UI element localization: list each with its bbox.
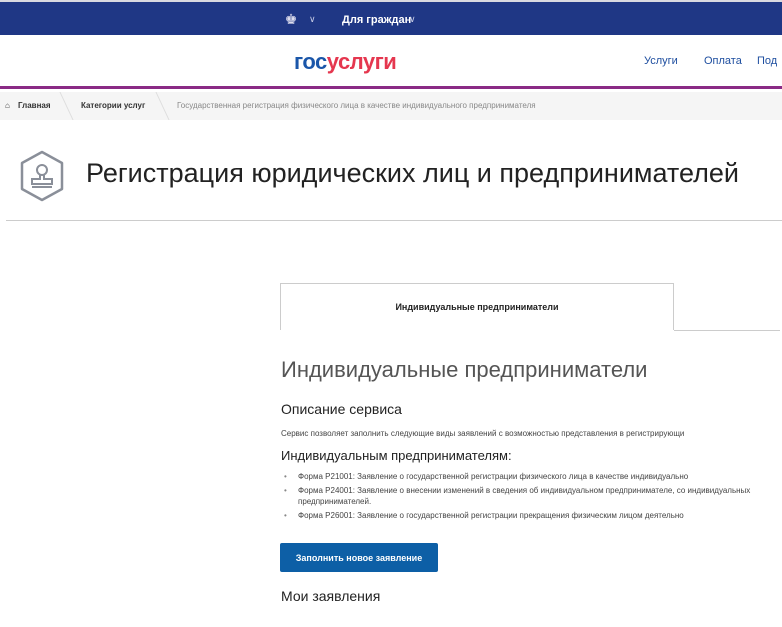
gosuslugi-logo[interactable]: госуслуги [294,49,397,75]
my-applications-heading: Мои заявления [281,588,381,604]
description-text: Сервис позволяет заполнить следующие вид… [281,429,685,438]
new-application-button[interactable]: Заполнить новое заявление [280,543,438,572]
nav-payment[interactable]: Оплата [704,55,742,67]
subheading: Индивидуальным предпринимателям: [281,448,512,463]
description-title: Описание сервиса [281,401,402,417]
divider [674,330,780,331]
logo-part: услуги [326,49,397,74]
divider [155,92,170,120]
audience-selector[interactable]: Для граждан [342,14,411,26]
breadcrumb: ⌂ Главная Категории услуг Государственна… [0,92,782,120]
page-title: Регистрация юридических лиц и предприним… [86,158,739,188]
list-item-text: Форма Р24001: Заявление о внесении измен… [298,485,686,495]
header: госуслуги Услуги Оплата Под [0,35,782,89]
divider [59,92,74,120]
section-heading: Индивидуальные предприниматели [281,357,648,382]
divider [6,220,782,221]
logo-part: гос [294,49,327,74]
tab-individual-entrepreneurs[interactable]: Индивидуальные предприниматели [280,283,674,330]
nav-services[interactable]: Услуги [644,55,678,67]
chevron-down-icon[interactable]: ∨ [309,14,316,25]
nav-support[interactable]: Под [757,55,777,67]
list-item: Форма Р21001: Заявление о государственно… [284,471,779,483]
chevron-down-icon[interactable]: ∨ [409,14,416,25]
coat-of-arms-icon[interactable]: ♚ [283,10,299,28]
top-bar: ♚ ∨ Для граждан ∨ [0,0,782,35]
breadcrumb-categories[interactable]: Категории услуг [81,101,145,110]
forms-list: Форма Р21001: Заявление о государственно… [284,471,779,521]
list-item: Форма Р24001: Заявление о внесении измен… [284,485,779,508]
home-icon[interactable]: ⌂ [5,101,10,110]
breadcrumb-home[interactable]: Главная [18,101,51,110]
stamp-icon [20,150,64,202]
breadcrumb-current: Государственная регистрация физического … [177,101,536,110]
service-content: Индивидуальные предприниматели Описание … [280,357,779,604]
list-item: Форма Р26001: Заявление о государственно… [284,510,779,522]
